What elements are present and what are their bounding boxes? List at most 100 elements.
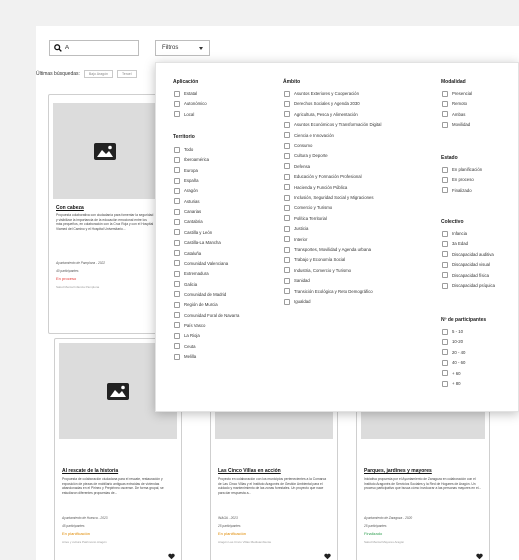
checkbox[interactable]	[442, 328, 448, 335]
filter-option-colectivo[interactable]: Infancia	[442, 230, 467, 237]
checkbox[interactable]	[284, 267, 290, 274]
checkbox[interactable]	[174, 353, 180, 360]
checkbox[interactable]	[284, 111, 290, 118]
checkbox[interactable]	[174, 198, 180, 205]
checkbox[interactable]	[284, 142, 290, 149]
filter-option-territorio[interactable]: Galicia	[174, 281, 197, 288]
filter-option-territorio[interactable]: Comunidad Foral de Navarra	[174, 312, 239, 319]
filter-option-participantes[interactable]: 40 - 60	[442, 359, 465, 366]
filter-option-ambito[interactable]: Transportes, Movilidad y Agenda urbana	[284, 246, 371, 253]
filter-option-territorio[interactable]: Región de Murcia	[174, 301, 218, 308]
heart-icon[interactable]	[324, 553, 331, 560]
filter-option-ambito[interactable]: Derechos Sociales y Agenda 2030	[284, 100, 360, 107]
filter-option-ambito[interactable]: Consumo	[284, 142, 312, 149]
filter-option-participantes[interactable]: + 60	[442, 370, 460, 377]
checkbox[interactable]	[442, 121, 448, 128]
filter-option-territorio[interactable]: Comunidad Valenciana	[174, 260, 228, 267]
filter-option-estado[interactable]: En planificación	[442, 166, 482, 173]
checkbox[interactable]	[174, 208, 180, 215]
filter-option-colectivo[interactable]: 3a Edad	[442, 240, 468, 247]
checkbox[interactable]	[284, 225, 290, 232]
checkbox[interactable]	[442, 282, 448, 289]
filter-option-ambito[interactable]: Trabajo y Economía Social	[284, 256, 345, 263]
checkbox[interactable]	[442, 338, 448, 345]
checkbox[interactable]	[284, 100, 290, 107]
filters-dropdown[interactable]: Filtros	[155, 40, 210, 56]
checkbox[interactable]	[174, 177, 180, 184]
filter-option-ambito[interactable]: Transición Ecológica y Reto Demográfico	[284, 288, 373, 295]
recent-search-chip[interactable]: Bajo Aragón	[83, 70, 113, 78]
card-title[interactable]: Con cabeza	[56, 205, 84, 211]
filter-option-ambito[interactable]: Comercio y Turismo	[284, 204, 332, 211]
checkbox[interactable]	[284, 256, 290, 263]
filter-option-colectivo[interactable]: Discapacidad auditiva	[442, 251, 494, 258]
heart-icon[interactable]	[476, 553, 483, 560]
checkbox[interactable]	[284, 236, 290, 243]
heart-icon[interactable]	[168, 553, 175, 560]
checkbox[interactable]	[442, 90, 448, 97]
checkbox[interactable]	[284, 277, 290, 284]
checkbox[interactable]	[284, 121, 290, 128]
checkbox[interactable]	[284, 288, 290, 295]
checkbox[interactable]	[284, 215, 290, 222]
checkbox[interactable]	[284, 184, 290, 191]
checkbox[interactable]	[284, 194, 290, 201]
checkbox[interactable]	[174, 218, 180, 225]
filter-option-territorio[interactable]: Iberoamérica	[174, 156, 209, 163]
filter-option-territorio[interactable]: Asturias	[174, 198, 200, 205]
filter-option-ambito[interactable]: Agricultura, Pesca y Alimentación	[284, 111, 358, 118]
filter-option-territorio[interactable]: España	[174, 177, 199, 184]
checkbox[interactable]	[174, 239, 180, 246]
checkbox[interactable]	[442, 166, 448, 173]
filter-option-territorio[interactable]: Extremadura	[174, 270, 209, 277]
checkbox[interactable]	[174, 270, 180, 277]
filter-option-territorio[interactable]: Cantabria	[174, 218, 203, 225]
filter-option-ambito[interactable]: Sanidad	[284, 277, 310, 284]
filter-option-estado[interactable]: Finalizado	[442, 187, 472, 194]
filter-option-aplicacion[interactable]: Autonómico	[174, 100, 207, 107]
checkbox[interactable]	[174, 343, 180, 350]
filter-option-territorio[interactable]: Cataluña	[174, 250, 201, 257]
filter-option-territorio[interactable]: Comunidad de Madrid	[174, 291, 226, 298]
filter-option-participantes[interactable]: 5 - 10	[442, 328, 463, 335]
filter-option-estado[interactable]: En proceso	[442, 176, 474, 183]
checkbox[interactable]	[174, 167, 180, 174]
card-title[interactable]: Al rescate de la historia	[62, 468, 118, 474]
filter-option-ambito[interactable]: Asuntos Económicos y Transformación Digi…	[284, 121, 381, 128]
filter-option-aplicacion[interactable]: Local	[174, 111, 194, 118]
checkbox[interactable]	[174, 332, 180, 339]
checkbox[interactable]	[174, 281, 180, 288]
checkbox[interactable]	[284, 163, 290, 170]
checkbox[interactable]	[442, 359, 448, 366]
filter-option-ambito[interactable]: Hacienda y Función Pública	[284, 184, 347, 191]
checkbox[interactable]	[284, 173, 290, 180]
checkbox[interactable]	[442, 380, 448, 387]
checkbox[interactable]	[284, 90, 290, 97]
filter-option-territorio[interactable]: La Rioja	[174, 332, 200, 339]
filter-option-ambito[interactable]: Inclusión, Seguridad Social y Migracione…	[284, 194, 374, 201]
filter-option-territorio[interactable]: Aragón	[174, 187, 198, 194]
checkbox[interactable]	[174, 90, 180, 97]
checkbox[interactable]	[442, 370, 448, 377]
checkbox[interactable]	[442, 272, 448, 279]
filter-option-ambito[interactable]: Cultura y Deporte	[284, 152, 328, 159]
filter-option-ambito[interactable]: Ciencia e Innovación	[284, 132, 334, 139]
filter-option-participantes[interactable]: 10-20	[442, 338, 463, 345]
filter-option-participantes[interactable]: 20 - 40	[442, 349, 465, 356]
filter-option-ambito[interactable]: Igualdad	[284, 298, 311, 305]
checkbox[interactable]	[442, 349, 448, 356]
filter-option-modalidad[interactable]: Remoto	[442, 100, 467, 107]
checkbox[interactable]	[174, 111, 180, 118]
filter-option-colectivo[interactable]: Discapacidad visual	[442, 261, 490, 268]
checkbox[interactable]	[174, 229, 180, 236]
checkbox[interactable]	[174, 260, 180, 267]
checkbox[interactable]	[442, 251, 448, 258]
checkbox[interactable]	[284, 246, 290, 253]
card-title[interactable]: Parques, jardines y mayores	[364, 468, 432, 474]
filter-option-participantes[interactable]: + 80	[442, 380, 460, 387]
checkbox[interactable]	[442, 100, 448, 107]
recent-search-chip[interactable]: Teruel	[117, 70, 137, 78]
search-input[interactable]	[65, 45, 135, 51]
checkbox[interactable]	[174, 100, 180, 107]
filter-option-modalidad[interactable]: Ambas	[442, 111, 465, 118]
